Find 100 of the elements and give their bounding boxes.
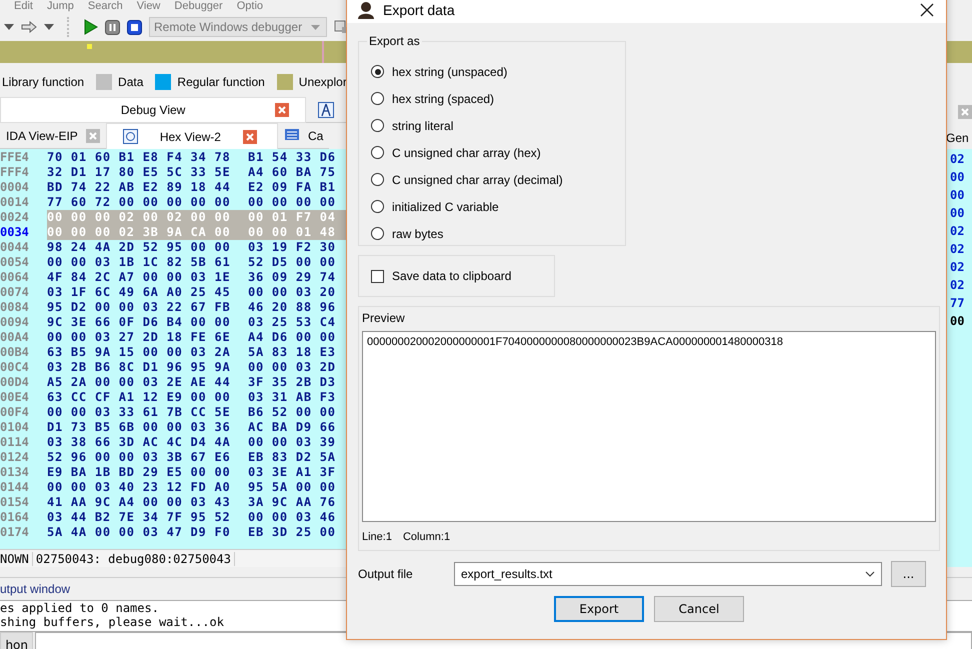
- forward-arrow-icon[interactable]: [21, 21, 37, 33]
- radio-option[interactable]: C unsigned char array (hex): [371, 139, 625, 166]
- hex-bytes: 03 44 B2 7E 34 7F 95 52: [47, 510, 232, 525]
- hex-address: 0084: [0, 300, 30, 315]
- radio-button[interactable]: [371, 119, 384, 132]
- hex-bytes: 02: [950, 260, 966, 275]
- hex-bytes: 5A 83 18 E3: [248, 345, 337, 360]
- avatar-icon: [357, 0, 375, 18]
- radio-button[interactable]: [371, 65, 384, 78]
- hex-address: 0124: [0, 450, 30, 465]
- hex-bytes: 00 00 03 20: [248, 285, 337, 300]
- caret-icon[interactable]: [44, 24, 54, 30]
- hex-bytes: 46 20 88 96: [248, 300, 337, 315]
- hex-address: 0144: [0, 480, 30, 495]
- menu-item[interactable]: Optio: [236, 0, 264, 13]
- output-file-dropdown[interactable]: export_results.txt: [454, 562, 882, 586]
- hex-bytes: 98 24 4A 2D 52 95 00 00: [47, 240, 232, 255]
- checkbox-option[interactable]: Save data to clipboard: [371, 269, 512, 283]
- hex-bytes: 03 2B B6 8C D1 96 95 9A: [47, 360, 232, 375]
- menu-item[interactable]: Search: [88, 0, 123, 13]
- hex-address: 0064: [0, 270, 30, 285]
- hex-bytes: 36 09 29 74: [248, 270, 337, 285]
- hex-address: FFF4: [0, 165, 30, 180]
- hex-bytes: 00 00 00 02 00 02 00 00: [47, 210, 248, 225]
- hex-bytes: AC BA D9 66: [248, 420, 337, 435]
- menu-item[interactable]: Jump: [46, 0, 74, 13]
- hex-bytes: 00 00 03 33 61 7B CC 5E: [47, 405, 232, 420]
- hex-bytes: A5 2A 00 00 03 2E AE 44: [47, 375, 232, 390]
- browse-button[interactable]: ...: [891, 561, 926, 587]
- tab[interactable]: Gen: [946, 131, 969, 145]
- hex-bytes: 02: [950, 278, 966, 293]
- caret-icon[interactable]: [4, 24, 14, 30]
- hex-address: 0014: [0, 195, 30, 210]
- play-icon[interactable]: [84, 19, 98, 35]
- hex-bytes: 32 D1 17 80 E5 5C 33 5E: [47, 165, 232, 180]
- hex-bytes: 03 31 AB F3: [248, 390, 337, 405]
- hex-address: FFE4: [0, 150, 30, 165]
- legend-label: Library function: [2, 75, 84, 89]
- hex-address: 0024: [0, 210, 30, 225]
- hex-bytes: 00: [950, 170, 966, 185]
- legend-label: Data: [118, 75, 144, 89]
- preview-text-area[interactable]: 000000020002000000001F7040000000080000000023B9ACA000000001480000318: [362, 331, 936, 522]
- radio-option[interactable]: hex string (spaced): [371, 85, 625, 112]
- hex-bytes: 02: [950, 242, 966, 257]
- hex-bytes: 3A 9C AA 76: [248, 495, 337, 510]
- stop-icon[interactable]: [127, 20, 142, 34]
- menu-item[interactable]: Edit: [14, 0, 33, 13]
- position-line: [322, 41, 324, 63]
- hex-bytes: BD 74 22 AB E2 89 18 44: [47, 180, 232, 195]
- hex-bytes: 00 00 03 27 2D 18 FE 6E: [47, 330, 232, 345]
- hex-bytes: 03 19 F2 30: [248, 240, 337, 255]
- hex-bytes: D1 73 B5 6B 00 00 03 36: [47, 420, 232, 435]
- radio-button[interactable]: [371, 227, 384, 240]
- radio-option[interactable]: string literal: [371, 112, 625, 139]
- hex-address: 0104: [0, 420, 30, 435]
- menu-item[interactable]: View: [136, 0, 160, 13]
- compass-icon[interactable]: [318, 102, 334, 118]
- hex-bytes: 52 96 00 00 03 3B 67 E6: [47, 450, 232, 465]
- radio-button[interactable]: [371, 146, 384, 159]
- checkbox[interactable]: [371, 270, 384, 282]
- segment-label: NOWN: [0, 552, 33, 566]
- view-tab[interactable]: Debug View: [0, 97, 306, 123]
- radio-button[interactable]: [371, 200, 384, 213]
- hex-bytes: A4 60 BA 75: [248, 165, 337, 180]
- location-label: 02750043: debug080:02750043: [32, 552, 235, 566]
- hex-address: 0044: [0, 240, 30, 255]
- radio-option[interactable]: C unsigned char array (decimal): [371, 166, 625, 193]
- column-indicator: Column:1: [402, 531, 450, 543]
- caret-icon[interactable]: [865, 571, 875, 577]
- hex-bytes: 3F 35 2B D3: [248, 375, 337, 390]
- hex-bytes: 63 B5 9A 15 00 00 03 2A: [47, 345, 232, 360]
- output-window-title: utput window: [0, 582, 70, 596]
- dialog-button[interactable]: Export: [554, 596, 644, 622]
- radio-button[interactable]: [371, 92, 384, 105]
- hex-address: 00D4: [0, 375, 30, 390]
- pause-icon[interactable]: [105, 20, 120, 34]
- radio-option[interactable]: raw bytes: [371, 220, 625, 247]
- hex-bytes: 00: [950, 206, 966, 221]
- dialog-button[interactable]: Cancel: [654, 596, 744, 622]
- hex-bytes: E2 09 FA B1: [248, 180, 337, 195]
- hex-address: 0094: [0, 315, 30, 330]
- output-file-label: Output file: [358, 567, 414, 581]
- radio-button[interactable]: [371, 173, 384, 186]
- tab[interactable]: Hex View-2: [106, 123, 278, 149]
- radio-option[interactable]: hex string (unspaced): [371, 58, 625, 85]
- hex-bytes: 03 25 53 C4: [248, 315, 337, 330]
- hex-address: 0164: [0, 510, 30, 525]
- hex-bytes: 02: [950, 152, 966, 167]
- close-icon[interactable]: [920, 2, 934, 16]
- hex-address: 0174: [0, 525, 30, 540]
- hex-bytes: 70 01 60 B1 E8 F4 34 78: [47, 150, 232, 165]
- language-button[interactable]: hon: [0, 632, 33, 649]
- menu-item[interactable]: Debugger: [174, 0, 223, 13]
- hex-bytes: 03 38 66 3D AC 4C D4 4A: [47, 435, 232, 450]
- radio-option[interactable]: initialized C variable: [371, 193, 625, 220]
- hex-bytes: EB 83 D2 5A: [248, 450, 337, 465]
- group-title: Preview: [362, 311, 406, 327]
- hex-bytes: 02: [950, 224, 966, 239]
- hex-bytes: 63 CC CF A1 12 E9 00 00: [47, 390, 232, 405]
- hex-bytes: 00 00 03 46: [248, 510, 337, 525]
